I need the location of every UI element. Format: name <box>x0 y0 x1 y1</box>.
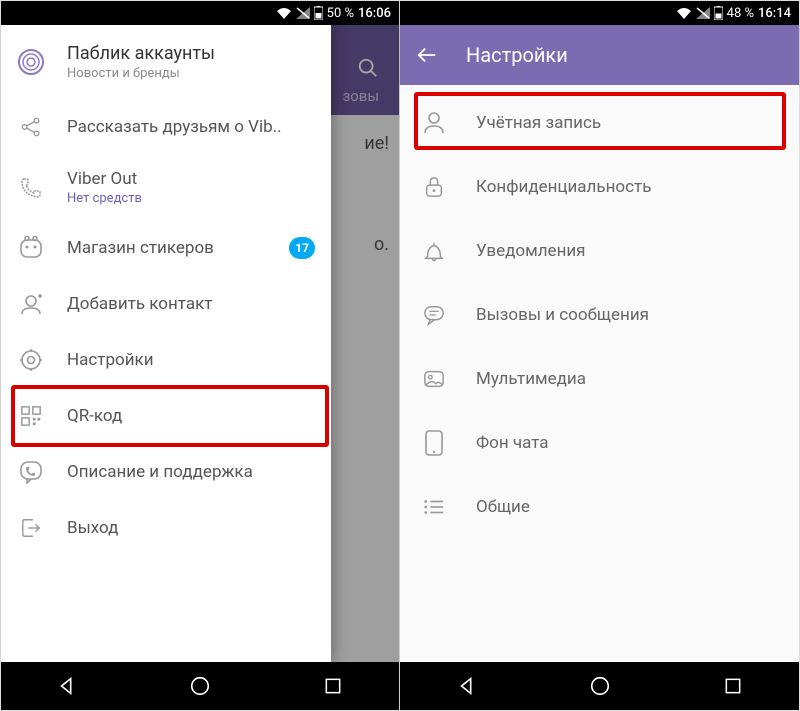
bell-icon <box>420 237 448 265</box>
drawer-item-add-contact[interactable]: Добавить контакт <box>1 276 331 332</box>
navigation-drawer: Паблик аккаунты Новости и бренды Рассказ… <box>1 25 331 662</box>
sticker-icon <box>17 234 45 262</box>
public-accounts-sub: Новости и бренды <box>67 66 215 81</box>
drawer-item-public-accounts[interactable]: Паблик аккаунты Новости и бренды <box>1 25 331 99</box>
screenshot-pair: 50 % 16:06 зовы ие! о. Паблик аккаунты Н… <box>0 0 800 711</box>
stickers-badge: 17 <box>289 237 315 259</box>
signal-off-icon <box>296 7 310 19</box>
lock-icon <box>420 173 448 201</box>
public-accounts-icon <box>17 48 45 76</box>
drawer-item-viber-out[interactable]: Viber Out Нет средств <box>1 155 331 220</box>
battery-percent: 48 % <box>727 6 754 21</box>
exit-label: Выход <box>67 518 118 538</box>
settings-list: Учётная запись Конфиденциальность Уведом… <box>400 85 799 662</box>
signal-off-icon <box>696 7 710 19</box>
chat-icon <box>420 301 448 329</box>
list-icon <box>420 493 448 521</box>
clock: 16:14 <box>758 6 791 21</box>
drawer-item-stickers[interactable]: Магазин стикеров 17 <box>1 220 331 276</box>
settings-item-general[interactable]: Общие <box>400 475 799 539</box>
settings-item-chat-bg[interactable]: Фон чата <box>400 411 799 475</box>
phone-right: 48 % 16:14 Настройки Учётная запись Конф… <box>400 1 799 710</box>
public-accounts-title: Паблик аккаунты <box>67 43 215 64</box>
battery-icon <box>314 6 323 20</box>
battery-icon <box>714 6 723 20</box>
nav-back-button[interactable] <box>437 662 497 710</box>
drawer-item-settings[interactable]: Настройки <box>1 332 331 388</box>
phone-frame-icon <box>420 429 448 457</box>
support-label: Описание и поддержка <box>67 462 253 482</box>
highlight-settings <box>11 385 329 447</box>
settings-item-calls[interactable]: Вызовы и сообщения <box>400 283 799 347</box>
clock: 16:06 <box>358 6 391 21</box>
nav-recent-button[interactable] <box>703 662 763 710</box>
nav-home-button[interactable] <box>570 662 630 710</box>
drawer-item-support[interactable]: Описание и поддержка <box>1 444 331 500</box>
settings-item-privacy[interactable]: Конфиденциальность <box>400 155 799 219</box>
nav-home-button[interactable] <box>170 662 230 710</box>
viber-out-sub: Нет средств <box>67 191 142 206</box>
add-contact-icon <box>17 290 45 318</box>
app-bar: Настройки <box>400 25 799 85</box>
share-icon <box>17 113 45 141</box>
back-arrow-icon[interactable] <box>416 44 438 66</box>
privacy-label: Конфиденциальность <box>476 177 651 197</box>
share-label: Рассказать друзьям о Vib.. <box>67 117 282 137</box>
nav-recent-button[interactable] <box>303 662 363 710</box>
android-navbar <box>1 662 399 710</box>
media-label: Мультимедиа <box>476 369 586 389</box>
status-bar: 48 % 16:14 <box>400 1 799 25</box>
media-icon <box>420 365 448 393</box>
highlight-account <box>414 92 786 150</box>
phone-left: 50 % 16:06 зовы ие! о. Паблик аккаунты Н… <box>1 1 400 710</box>
drawer-item-share[interactable]: Рассказать друзьям о Vib.. <box>1 99 331 155</box>
wifi-icon <box>676 7 692 19</box>
drawer-item-exit[interactable]: Выход <box>1 500 331 556</box>
stickers-label: Магазин стикеров <box>67 238 214 258</box>
android-navbar <box>400 662 799 710</box>
settings-item-media[interactable]: Мультимедиа <box>400 347 799 411</box>
settings-label: Настройки <box>67 350 154 370</box>
general-label: Общие <box>476 497 530 517</box>
viber-out-title: Viber Out <box>67 169 142 189</box>
phone-out-icon <box>17 174 45 202</box>
notifications-label: Уведомления <box>476 241 586 261</box>
nav-back-button[interactable] <box>37 662 97 710</box>
calls-label: Вызовы и сообщения <box>476 305 649 325</box>
wifi-icon <box>276 7 292 19</box>
gear-icon <box>17 346 45 374</box>
viber-icon <box>17 458 45 486</box>
drawer-scrim[interactable] <box>331 25 399 662</box>
settings-item-notifications[interactable]: Уведомления <box>400 219 799 283</box>
chat-bg-label: Фон чата <box>476 433 549 453</box>
exit-icon <box>17 514 45 542</box>
appbar-title: Настройки <box>466 43 568 67</box>
status-bar: 50 % 16:06 <box>1 1 399 25</box>
battery-percent: 50 % <box>327 6 354 21</box>
add-contact-label: Добавить контакт <box>67 294 212 314</box>
